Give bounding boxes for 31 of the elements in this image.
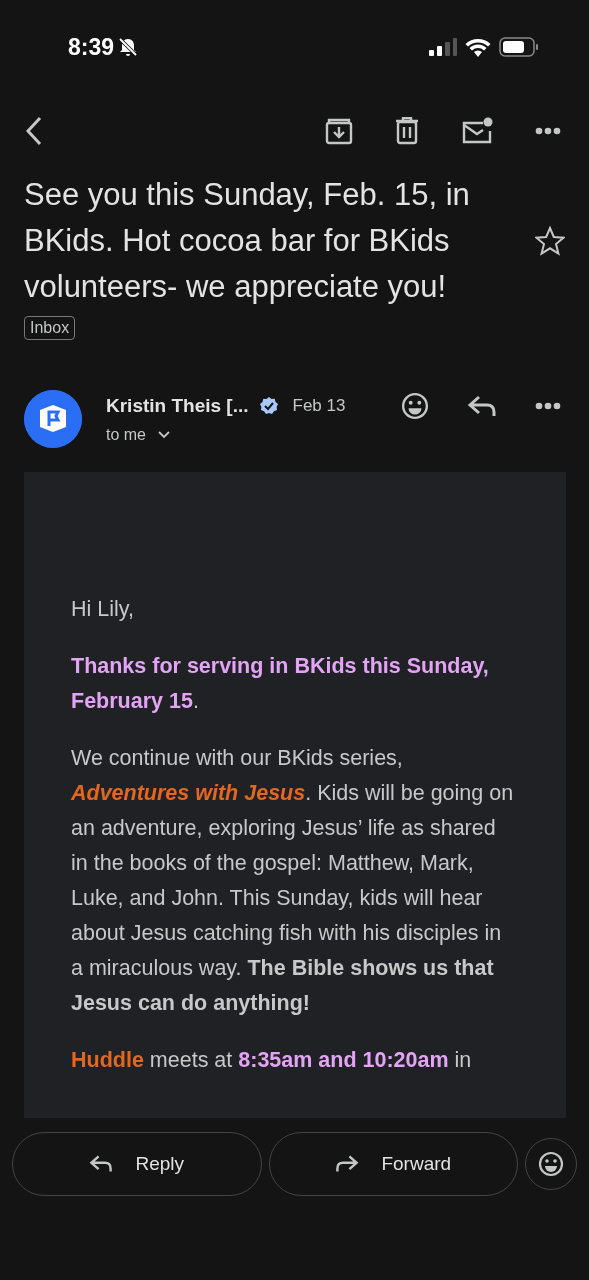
star-icon[interactable] (535, 226, 565, 256)
body-paragraph: Hi Lily, (71, 596, 135, 623)
body-paragraph: Huddle meets at 8:35am and 10:20am in (71, 1047, 473, 1074)
reply-button[interactable]: Reply (12, 1132, 262, 1196)
wifi-icon (465, 37, 491, 57)
body-paragraph: We continue with our BKids series, Adventures with Jesus. Kids will be going on an adventure, exploring Jesus’ life as shared in the books of the gospel: Matthew, Mark, Luke, and John. This Sunday, kids will hear about Jesus catching fish with his disciples in a miraculous way. The Bible shows us that Jesus can do anything! (71, 745, 515, 1017)
chevron-down-icon (158, 431, 170, 439)
reply-icon (89, 1154, 114, 1174)
sender-avatar (24, 390, 82, 448)
emoji-reaction-button[interactable] (525, 1138, 577, 1190)
more-icon[interactable] (535, 402, 561, 410)
inbox-label: Inbox (24, 316, 76, 340)
trash-icon[interactable] (395, 117, 419, 145)
mark-unread-icon[interactable] (461, 117, 493, 145)
forward-icon (335, 1154, 360, 1174)
bell-muted-icon (118, 37, 139, 57)
archive-icon[interactable] (325, 117, 353, 145)
battery-icon (499, 37, 539, 57)
email-subject: See you this Sunday, Feb. 15, in BKids. Hot cocoa bar for BKids volunteers- we appreciate you! (24, 176, 471, 306)
message-date: Feb 13 (292, 396, 346, 416)
recipient-toggle[interactable]: to me (106, 426, 170, 444)
emoji-icon (538, 1151, 564, 1177)
emoji-icon[interactable] (401, 392, 429, 420)
sender-name: Kristin Theis [... (106, 395, 249, 417)
forward-button[interactable]: Forward (268, 1132, 518, 1196)
clock-time: 8:39 (68, 33, 115, 61)
more-icon[interactable] (535, 127, 561, 135)
signal-icon (429, 38, 457, 56)
reply-icon[interactable] (467, 394, 497, 418)
body-paragraph: Thanks for serving in BKids this Sunday, February 15. (71, 653, 490, 715)
back-icon[interactable] (24, 116, 44, 146)
